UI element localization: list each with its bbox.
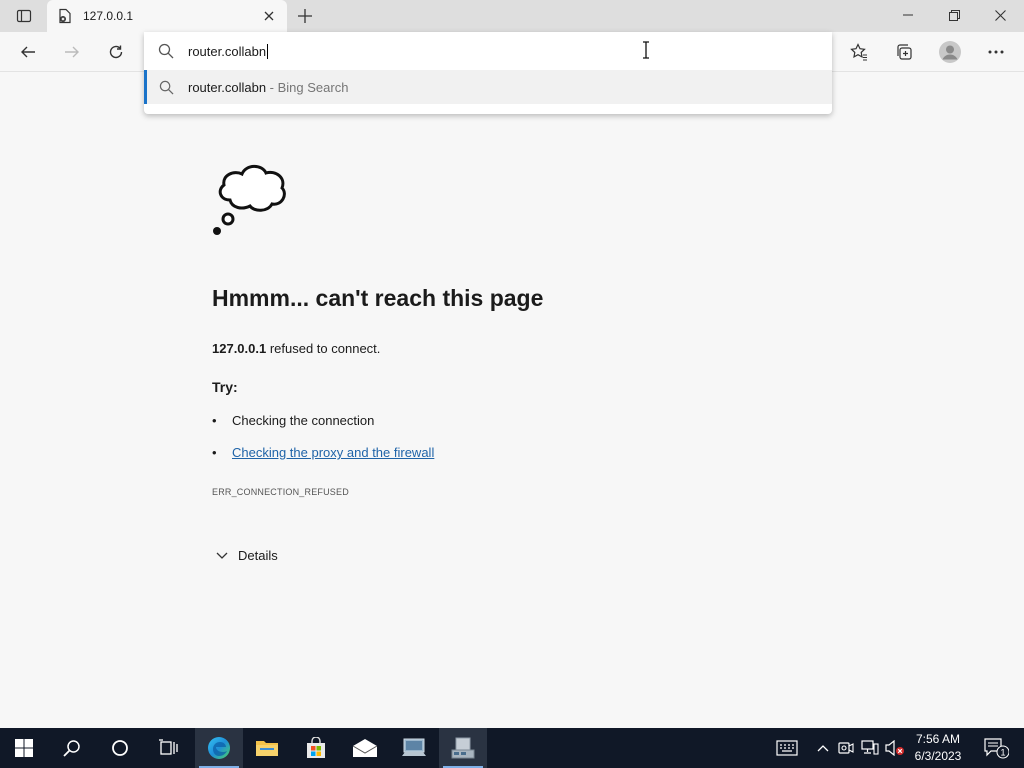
tab-title: 127.0.0.1: [83, 9, 134, 23]
mail-icon: [352, 739, 378, 757]
more-horizontal-icon: [988, 50, 1004, 54]
store-icon: [307, 737, 325, 758]
search-icon: [158, 43, 174, 59]
chevron-down-icon: [216, 552, 228, 559]
taskbar: 7:56 AM 6/3/2023 1: [0, 728, 1024, 768]
tray-keyboard[interactable]: [772, 728, 802, 768]
avatar-icon: [939, 41, 961, 63]
action-center-button[interactable]: 1: [976, 728, 1016, 768]
tray-network[interactable]: [860, 728, 880, 768]
details-label: Details: [238, 548, 278, 563]
chevron-up-icon: [817, 745, 829, 752]
error-code: ERR_CONNECTION_REFUSED: [212, 487, 349, 497]
search-icon: [159, 80, 174, 95]
keyboard-icon: [776, 740, 798, 756]
network-icon: [861, 740, 879, 755]
tab-strip: 127.0.0.1: [0, 0, 1024, 32]
text-caret: [267, 44, 269, 59]
close-icon: [994, 9, 1006, 21]
tab-close-button[interactable]: [257, 4, 281, 28]
details-toggle[interactable]: Details: [216, 548, 278, 563]
windows-start-icon: [15, 739, 33, 757]
restore-button[interactable]: [931, 0, 977, 30]
clock-date: 6/3/2023: [914, 749, 962, 763]
collections-button[interactable]: [888, 36, 920, 68]
file-explorer-icon: [256, 741, 278, 756]
ibeam-cursor-icon: [643, 41, 649, 59]
plus-icon: [298, 9, 312, 23]
suggestion-source: Bing Search: [277, 80, 349, 95]
tab-actions-icon: [16, 9, 32, 23]
cortana-icon: [112, 740, 128, 756]
back-button[interactable]: [12, 36, 44, 68]
favorites-star-icon: [850, 43, 867, 61]
arrow-left-icon: [21, 46, 35, 58]
forward-button[interactable]: [56, 36, 88, 68]
taskbar-store[interactable]: [292, 728, 340, 768]
minimize-icon: [903, 14, 913, 16]
taskbar-mail[interactable]: [341, 728, 389, 768]
settings-menu-button[interactable]: [980, 36, 1012, 68]
tray-show-hidden[interactable]: [812, 728, 834, 768]
network-app-icon: [451, 737, 475, 759]
window-close-button[interactable]: [977, 0, 1023, 30]
tray-volume[interactable]: [884, 728, 906, 768]
address-input[interactable]: router.collabn: [188, 44, 269, 59]
try-label: Try:: [212, 379, 238, 395]
suggestion-separator: -: [266, 80, 278, 95]
start-button[interactable]: [0, 728, 48, 768]
refresh-icon: [109, 45, 123, 59]
error-message: 127.0.0.1 refused to connect.: [212, 341, 380, 356]
taskbar-clock[interactable]: 7:56 AM 6/3/2023: [908, 731, 968, 765]
browser-tab[interactable]: 127.0.0.1: [47, 0, 287, 32]
address-input-text: router.collabn: [188, 44, 267, 59]
search-icon: [63, 740, 80, 757]
minimize-button[interactable]: [885, 0, 931, 30]
page-error-icon: [57, 8, 73, 24]
search-suggestion-item[interactable]: router.collabn - Bing Search: [144, 70, 832, 104]
collections-icon: [897, 44, 912, 60]
volume-muted-icon: [885, 740, 904, 756]
profile-button[interactable]: [934, 36, 966, 68]
error-headline: Hmmm... can't reach this page: [212, 285, 544, 311]
notification-icon: 1: [984, 738, 1009, 759]
thought-cloud-icon: [213, 164, 286, 235]
restore-icon: [948, 9, 960, 21]
task-view-icon: [159, 739, 178, 755]
error-refused-text: refused to connect.: [266, 341, 381, 356]
close-icon: [264, 11, 274, 21]
task-view-button[interactable]: [144, 728, 192, 768]
cortana-button[interactable]: [96, 728, 144, 768]
taskbar-server-manager[interactable]: [390, 728, 438, 768]
address-bar[interactable]: router.collabn: [144, 32, 832, 70]
bullet-marker: •: [212, 445, 217, 460]
refresh-button[interactable]: [100, 36, 132, 68]
new-tab-button[interactable]: [292, 4, 318, 28]
suggestion-check-connection: Checking the connection: [232, 413, 375, 428]
proxy-firewall-link[interactable]: Checking the proxy and the firewall: [232, 445, 434, 460]
suggestion-query: router.collabn: [188, 80, 267, 95]
notification-count: 1: [1000, 748, 1005, 758]
taskbar-search-button[interactable]: [48, 728, 96, 768]
error-host: 127.0.0.1: [212, 341, 267, 356]
taskbar-edge[interactable]: [195, 728, 243, 768]
suggestion-list-item: • Checking the connection: [212, 413, 374, 428]
taskbar-file-explorer[interactable]: [243, 728, 291, 768]
webcam-icon: [838, 742, 854, 754]
tab-actions-button[interactable]: [8, 4, 40, 28]
taskbar-network-app[interactable]: [439, 728, 487, 768]
edge-icon: [208, 737, 230, 759]
address-bar-dropdown: router.collabn router.collabn - Bing Sea…: [144, 32, 832, 114]
favorites-button[interactable]: [843, 36, 875, 68]
bullet-marker: •: [212, 413, 217, 428]
tray-meet-now[interactable]: [836, 728, 856, 768]
arrow-right-icon: [65, 46, 79, 58]
suggestion-list-item: • Checking the proxy and the firewall: [212, 445, 434, 460]
clock-time: 7:56 AM: [915, 732, 961, 746]
server-manager-icon: [402, 738, 426, 756]
